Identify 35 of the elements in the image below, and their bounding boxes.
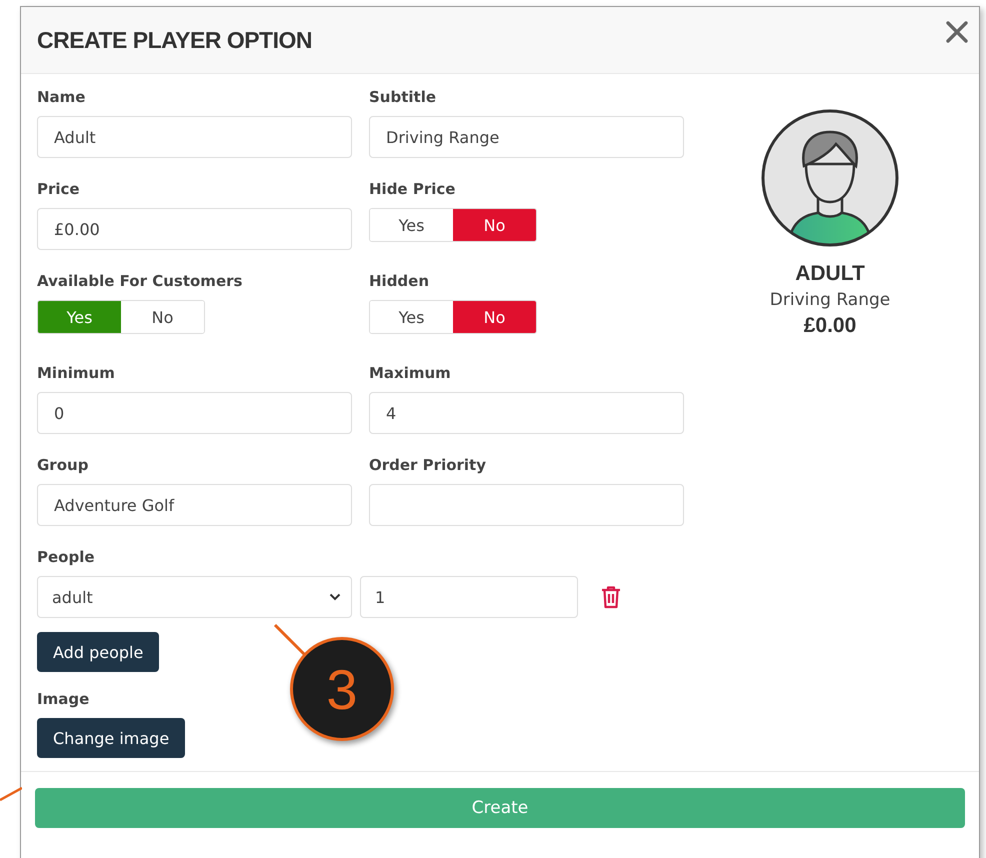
- field-label: Order Priority: [369, 456, 486, 474]
- field-label: Price: [37, 180, 80, 198]
- input-field[interactable]: 0: [37, 392, 352, 434]
- dialog-title: CREATE PLAYER OPTION: [37, 26, 312, 54]
- close-icon[interactable]: [945, 20, 969, 44]
- add-people-button[interactable]: Add people: [37, 632, 160, 672]
- people-select[interactable]: adult: [37, 576, 352, 618]
- field-label: Maximum: [369, 364, 451, 382]
- leader-line: [0, 786, 22, 802]
- toggle-option[interactable]: Yes: [38, 301, 121, 333]
- input-field[interactable]: £0.00: [37, 208, 352, 250]
- change-image-button[interactable]: Change image: [37, 718, 186, 758]
- field-label: Available For Customers: [37, 272, 242, 290]
- field-label: People: [37, 548, 95, 566]
- preview-subtitle: Driving Range: [770, 290, 890, 310]
- input-field[interactable]: Adult: [37, 116, 352, 158]
- field-label: Hide Price: [369, 180, 456, 198]
- input-field[interactable]: 4: [369, 392, 684, 434]
- input-field[interactable]: Adventure Golf: [37, 484, 352, 526]
- input-field[interactable]: [369, 484, 684, 526]
- field-label: Hidden: [369, 272, 430, 290]
- field-label: Subtitle: [369, 88, 436, 106]
- toggle-option[interactable]: No: [453, 209, 536, 241]
- preview-price: £0.00: [804, 314, 856, 338]
- toggle-option[interactable]: No: [453, 301, 536, 333]
- preview-name: ADULT: [795, 262, 865, 286]
- chevron-down-icon: [329, 593, 341, 601]
- trash-icon[interactable]: [600, 585, 622, 609]
- field-label: Name: [37, 88, 86, 106]
- input-field[interactable]: Driving Range: [369, 116, 684, 158]
- field-label: Image: [37, 690, 90, 708]
- avatar-icon: [760, 108, 900, 248]
- field-label: Group: [37, 456, 88, 474]
- quantity-field[interactable]: 1: [360, 576, 578, 618]
- field-label: Minimum: [37, 364, 115, 382]
